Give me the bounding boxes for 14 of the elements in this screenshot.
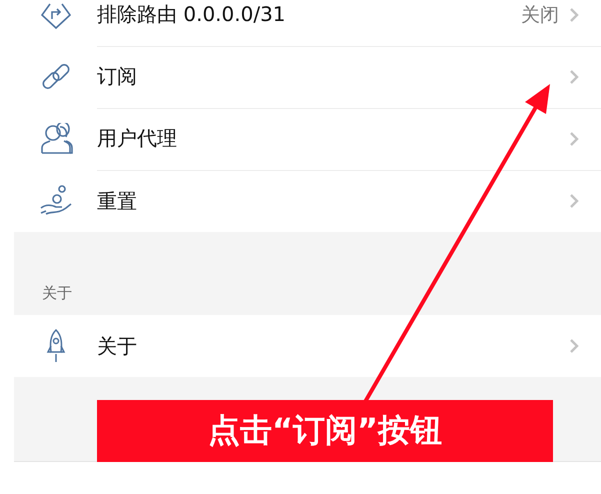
row-label: 订阅 [97, 63, 138, 90]
row-label: 重置 [97, 188, 138, 214]
row-label: 排除路由 0.0.0.0/31 [97, 1, 287, 28]
chevron-icon [569, 6, 579, 22]
chevron-icon [569, 130, 579, 146]
row-label: 关于 [97, 332, 138, 360]
chevron-icon [569, 338, 579, 354]
chevron-icon [569, 68, 579, 84]
row-value: 关闭 [521, 2, 559, 28]
section-header: 关于 [41, 283, 73, 304]
rocket-icon [44, 328, 66, 364]
row-label: 用户代理 [97, 125, 178, 152]
chevron-icon [569, 193, 579, 209]
annotation-banner: 点击“订阅”按钮 [97, 400, 553, 462]
